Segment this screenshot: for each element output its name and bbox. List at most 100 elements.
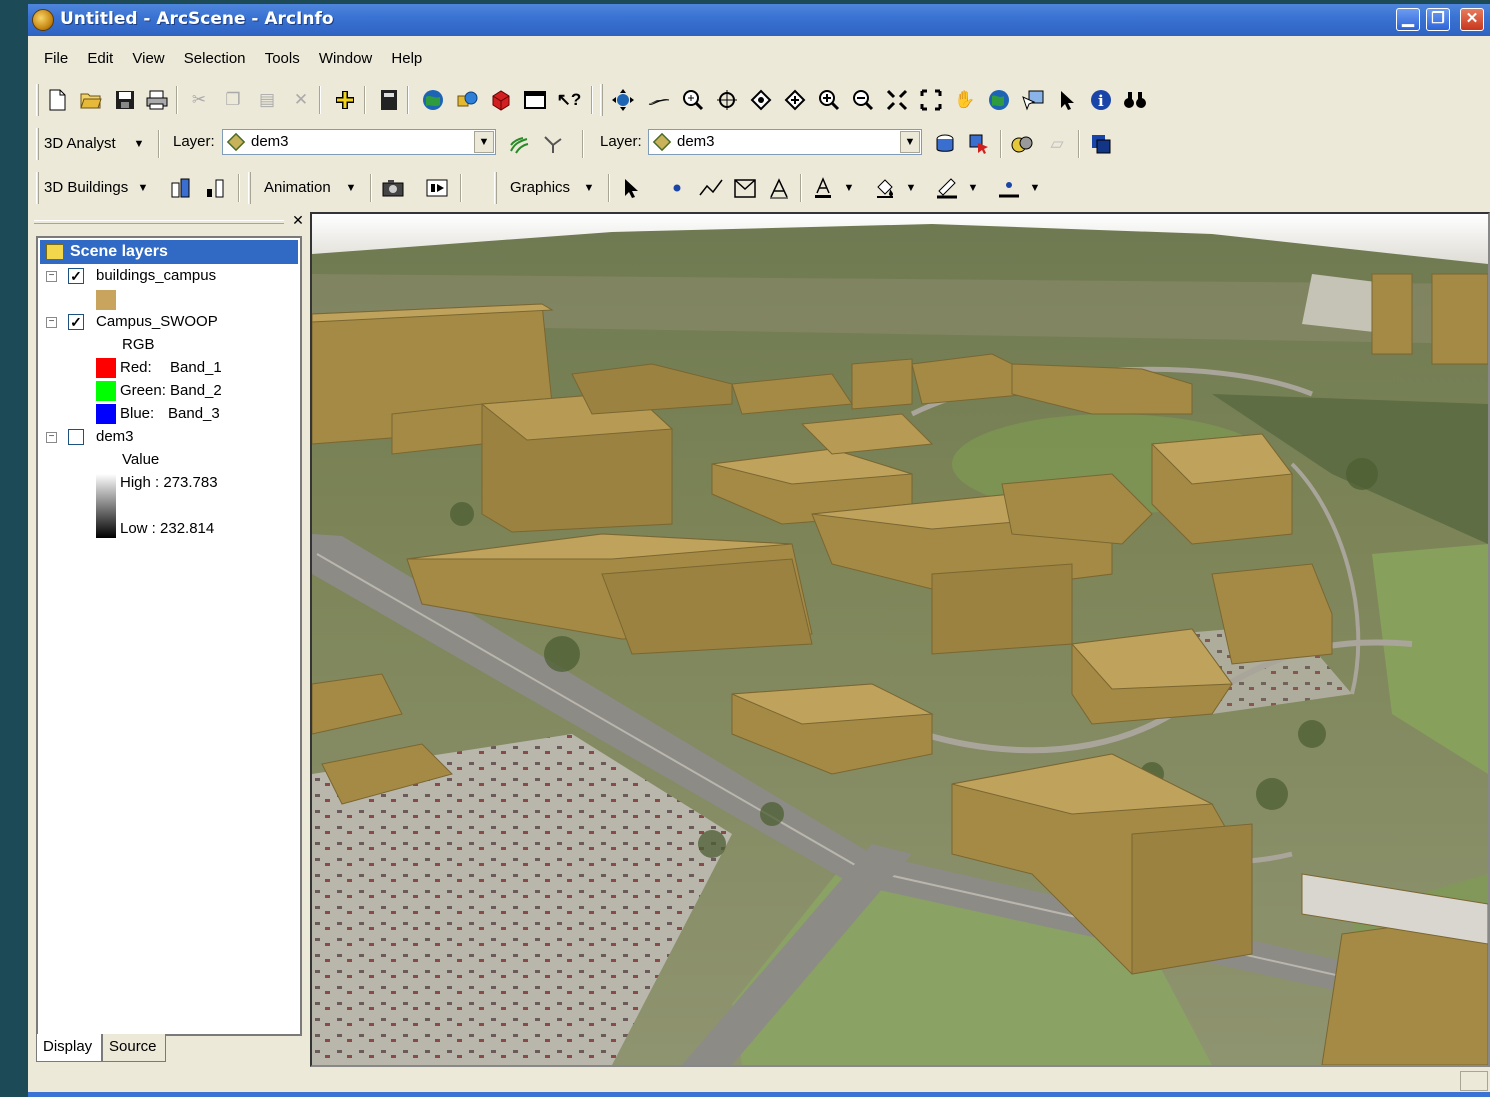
layer-to-3d-icon[interactable] <box>966 131 992 157</box>
close-button[interactable]: ✕ <box>1460 8 1484 31</box>
line-color-icon[interactable] <box>934 175 960 201</box>
3d-analyst-menu[interactable]: 3D Analyst <box>44 130 116 158</box>
scene-layers-header[interactable]: Scene layers <box>40 240 298 264</box>
animation-dropdown-icon[interactable]: ▼ <box>338 175 364 201</box>
select-elements-icon[interactable] <box>1054 87 1080 113</box>
draw-text-icon[interactable] <box>766 175 792 201</box>
3d-shapes-icon[interactable] <box>488 87 514 113</box>
select-features-icon[interactable] <box>1020 87 1046 113</box>
extent-icon[interactable] <box>918 87 944 113</box>
identify-icon[interactable]: i <box>1088 87 1114 113</box>
copy-icon[interactable]: ❐ <box>220 87 246 113</box>
globe-icon[interactable] <box>986 87 1012 113</box>
fly-icon[interactable] <box>646 87 672 113</box>
animation-controls-icon[interactable] <box>424 175 450 201</box>
save-icon[interactable] <box>112 87 138 113</box>
graphics-menu[interactable]: Graphics <box>510 174 570 202</box>
3d-analyst-dropdown-icon[interactable]: ▼ <box>126 131 152 157</box>
buildings-height-icon[interactable] <box>202 175 228 201</box>
zoom-target-icon[interactable] <box>680 87 706 113</box>
steepest-path-icon[interactable] <box>540 131 566 157</box>
animation-menu[interactable]: Animation <box>264 174 331 202</box>
center-target-icon[interactable] <box>714 87 740 113</box>
marker-color-icon[interactable] <box>996 175 1022 201</box>
scene-properties-icon[interactable] <box>376 87 402 113</box>
set-observer-icon[interactable] <box>782 87 808 113</box>
menu-window[interactable]: Window <box>319 46 372 72</box>
menu-file[interactable]: File <box>44 46 68 72</box>
chevron-down-icon[interactable]: ▼ <box>474 131 494 153</box>
font-color-icon[interactable] <box>810 175 836 201</box>
dem3-visibility-checkbox[interactable] <box>68 429 84 445</box>
add-data-icon[interactable] <box>332 87 358 113</box>
zoom-out-icon[interactable] <box>850 87 876 113</box>
contour-icon[interactable] <box>506 131 532 157</box>
profile-graph-icon[interactable]: ▱ <box>1044 131 1070 157</box>
chevron-down-icon[interactable]: ▼ <box>898 175 924 201</box>
buildings-visibility-checkbox[interactable]: ✓ <box>68 268 84 284</box>
menu-help[interactable]: Help <box>391 46 422 72</box>
graphics-dropdown-icon[interactable]: ▼ <box>576 175 602 201</box>
minimize-button[interactable]: ▁ <box>1396 8 1420 31</box>
cut-icon[interactable]: ✂ <box>186 87 212 113</box>
layer-select-2[interactable]: dem3 ▼ <box>648 129 922 155</box>
campus-swoop-visibility-checkbox[interactable]: ✓ <box>68 314 84 330</box>
catalog-icon[interactable] <box>454 87 480 113</box>
whats-this-icon[interactable]: ↖? <box>556 87 582 113</box>
collapse-dem3-icon[interactable]: − <box>46 432 57 443</box>
toolbar-grip[interactable] <box>494 172 497 204</box>
toolbar-grip[interactable] <box>600 84 603 116</box>
arcscene-app-icon[interactable] <box>32 9 54 31</box>
tab-display[interactable]: Display <box>36 1034 102 1062</box>
zoom-in-icon[interactable] <box>816 87 842 113</box>
full-extent-icon[interactable] <box>884 87 910 113</box>
navigate-icon[interactable] <box>610 87 636 113</box>
draw-point-icon[interactable] <box>664 175 690 201</box>
restore-button[interactable]: ❐ <box>1426 8 1450 31</box>
menu-selection[interactable]: Selection <box>184 46 246 72</box>
buildings-symbol-swatch[interactable] <box>96 290 116 310</box>
print-icon[interactable] <box>144 87 170 113</box>
close-icon[interactable]: ✕ <box>290 212 306 228</box>
arctoolbox-icon[interactable] <box>420 87 446 113</box>
layer-name-dem3[interactable]: dem3 <box>96 428 134 445</box>
tab-source[interactable]: Source <box>102 1034 166 1062</box>
title-bar[interactable]: Untitled - ArcScene - ArcInfo ▁ ❐ ✕ <box>28 4 1490 36</box>
window-icon[interactable] <box>522 87 548 113</box>
create-tin-icon[interactable] <box>1088 131 1114 157</box>
toolbar-grip[interactable] <box>248 172 251 204</box>
toolbar-grip[interactable] <box>36 128 39 160</box>
delete-icon[interactable]: ✕ <box>288 87 314 113</box>
chevron-down-icon[interactable]: ▼ <box>1022 175 1048 201</box>
3d-buildings-dropdown-icon[interactable]: ▼ <box>130 175 156 201</box>
select-graphics-icon[interactable] <box>618 175 644 201</box>
find-icon[interactable] <box>1122 87 1148 113</box>
layer-select[interactable]: dem3 ▼ <box>222 129 496 155</box>
layer-name-campus-swoop[interactable]: Campus_SWOOP <box>96 313 218 330</box>
collapse-buildings-icon[interactable]: − <box>46 271 57 282</box>
campus-3d-scene[interactable] <box>312 214 1488 1065</box>
menu-tools[interactable]: Tools <box>265 46 300 72</box>
collapse-campus-swoop-icon[interactable]: − <box>46 317 57 328</box>
chevron-down-icon[interactable]: ▼ <box>836 175 862 201</box>
panel-grip[interactable] <box>34 220 284 224</box>
draw-polygon-icon[interactable] <box>732 175 758 201</box>
toolbar-grip[interactable] <box>36 84 39 116</box>
chevron-down-icon[interactable]: ▼ <box>960 175 986 201</box>
draw-line-icon[interactable] <box>698 175 724 201</box>
zoom-to-target-icon[interactable] <box>748 87 774 113</box>
3d-buildings-menu[interactable]: 3D Buildings <box>44 174 128 202</box>
open-folder-icon[interactable] <box>78 87 104 113</box>
extrude-icon[interactable] <box>932 131 958 157</box>
buildings-tool-icon[interactable] <box>168 175 194 201</box>
capture-view-icon[interactable] <box>380 175 406 201</box>
new-document-icon[interactable] <box>44 87 70 113</box>
layer-name-buildings[interactable]: buildings_campus <box>96 267 216 284</box>
pan-icon[interactable]: ✋ <box>952 87 978 113</box>
fill-color-icon[interactable] <box>872 175 898 201</box>
toolbar-grip[interactable] <box>36 172 39 204</box>
menu-view[interactable]: View <box>132 46 164 72</box>
menu-edit[interactable]: Edit <box>87 46 113 72</box>
interpolate-icon[interactable] <box>1010 131 1036 157</box>
chevron-down-icon[interactable]: ▼ <box>900 131 920 153</box>
